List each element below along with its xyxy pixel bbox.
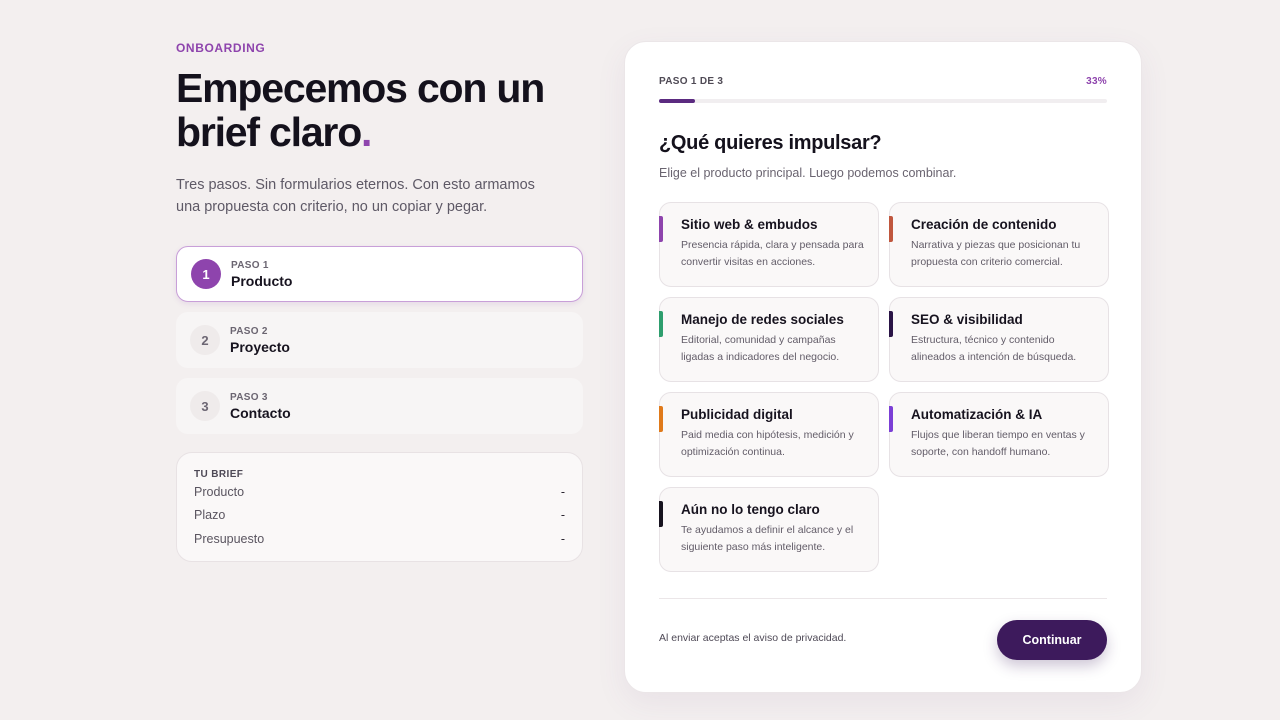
progress-header: PASO 1 DE 3 33% [659, 76, 1107, 87]
brief-label: Producto [194, 484, 245, 499]
question-subtitle: Elige el producto principal. Luego podem… [659, 166, 957, 180]
option-seo[interactable]: SEO & visibilidad Estructura, técnico y … [889, 297, 1109, 382]
option-title: Manejo de redes sociales [681, 312, 844, 327]
option-automatizacion[interactable]: Automatización & IA Flujos que liberan t… [889, 392, 1109, 477]
option-description: Paid media con hipótesis, medición y opt… [681, 429, 854, 458]
option-accent [659, 216, 663, 242]
onboarding-page: ONBOARDING Empecemos con un brief claro.… [0, 0, 1280, 720]
eyebrow: ONBOARDING [176, 41, 266, 55]
option-description: Te ayudamos a definir el alcance y el si… [681, 524, 854, 553]
option-accent [659, 311, 663, 337]
option-contenido[interactable]: Creación de contenido Narrativa y piezas… [889, 202, 1109, 287]
step-title: Proyecto [230, 338, 290, 355]
step-counter: PASO 1 DE 3 [659, 76, 724, 87]
question-title: ¿Qué quieres impulsar? [659, 132, 882, 154]
product-selection-card: PASO 1 DE 3 33% ¿Qué quieres impulsar? E… [624, 41, 1142, 693]
brief-label: Plazo [194, 508, 226, 523]
step-title: Producto [231, 272, 293, 289]
option-accent [659, 406, 663, 432]
intro-column: ONBOARDING Empecemos con un brief claro.… [176, 41, 583, 562]
option-description: Presencia rápida, clara y pensada para c… [681, 239, 864, 268]
brief-value: - [560, 484, 565, 499]
option-title: Aún no lo tengo claro [681, 502, 820, 517]
brief-row-presupuesto: Presupuesto - [194, 527, 565, 551]
step-number: 3 [190, 391, 220, 421]
step-number: 1 [191, 259, 221, 289]
step-label: PASO 3 [230, 391, 268, 403]
option-redes-sociales[interactable]: Manejo de redes sociales Editorial, comu… [659, 297, 879, 382]
option-accent [889, 311, 893, 337]
privacy-note: Al enviar aceptas el aviso de privacidad… [659, 632, 847, 644]
option-accent [889, 216, 893, 242]
brief-value: - [560, 508, 565, 523]
option-publicidad[interactable]: Publicidad digital Paid media con hipóte… [659, 392, 879, 477]
option-accent [659, 501, 663, 527]
step-label: PASO 2 [230, 325, 268, 337]
intro-text: Tres pasos. Sin formularios eternos. Con… [176, 177, 535, 215]
step-list: 1 PASO 1 Producto 2 PASO 2 Proyecto 3 PA… [176, 246, 583, 434]
product-options: Sitio web & embudos Presencia rápida, cl… [659, 202, 1109, 572]
footer-divider [659, 598, 1107, 599]
progress-percent: 33% [1086, 76, 1107, 87]
progress-fill [659, 99, 695, 103]
brief-label: Presupuesto [194, 531, 265, 546]
option-title: Creación de contenido [911, 217, 1057, 232]
step-title: Contacto [230, 404, 291, 421]
headline-line-2: brief claro [176, 109, 362, 155]
progress-bar [659, 99, 1107, 103]
headline-line-1: Empecemos con un [176, 65, 545, 111]
option-accent [889, 406, 893, 432]
brief-row-plazo: Plazo - [194, 504, 565, 528]
option-title: Automatización & IA [911, 407, 1043, 422]
step-item-contacto[interactable]: 3 PASO 3 Contacto [176, 378, 583, 434]
option-description: Narrativa y piezas que posicionan tu pro… [911, 239, 1081, 268]
option-no-claro[interactable]: Aún no lo tengo claro Te ayudamos a defi… [659, 487, 879, 572]
brief-value: - [560, 531, 565, 546]
continue-button[interactable]: Continuar [997, 620, 1107, 660]
option-title: SEO & visibilidad [911, 312, 1023, 327]
headline-dot: . [361, 109, 372, 155]
brief-title: TU BRIEF [194, 469, 244, 480]
step-item-proyecto[interactable]: 2 PASO 2 Proyecto [176, 312, 583, 368]
page-title: Empecemos con un brief claro. [176, 66, 583, 154]
option-sitio-web[interactable]: Sitio web & embudos Presencia rápida, cl… [659, 202, 879, 287]
step-label: PASO 1 [231, 259, 269, 271]
option-description: Estructura, técnico y contenido alineado… [911, 334, 1077, 363]
brief-row-producto: Producto - [194, 480, 565, 504]
option-title: Publicidad digital [681, 407, 793, 422]
brief-summary: TU BRIEF Producto - Plazo - Presupuesto … [176, 452, 583, 562]
step-number: 2 [190, 325, 220, 355]
option-title: Sitio web & embudos [681, 217, 818, 232]
option-description: Editorial, comunidad y campañas ligadas … [681, 334, 840, 363]
step-item-producto[interactable]: 1 PASO 1 Producto [176, 246, 583, 302]
option-description: Flujos que liberan tiempo en ventas y so… [911, 429, 1085, 458]
